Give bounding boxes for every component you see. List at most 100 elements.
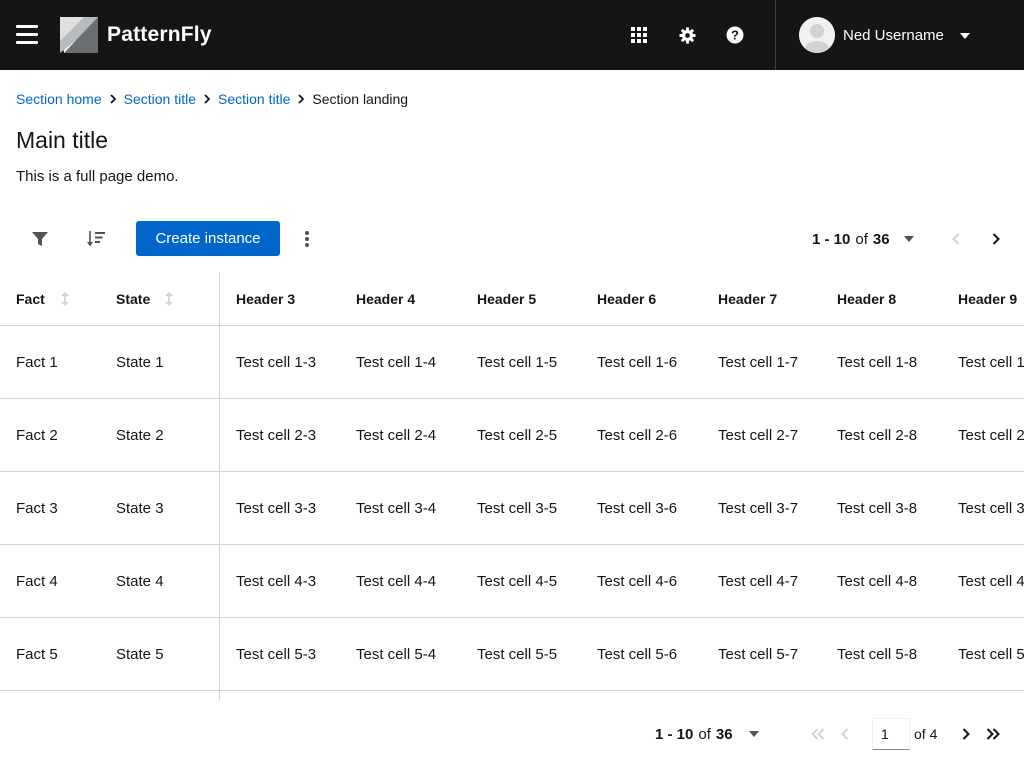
caret-down-icon[interactable] <box>748 731 759 737</box>
filter-icon[interactable] <box>28 227 52 251</box>
table-cell: Fact 4 <box>16 572 58 590</box>
next-page-icon[interactable] <box>956 724 976 744</box>
table-cell: Test cell 2-5 <box>477 426 558 444</box>
pagination-range: 1 - 10 <box>655 725 694 743</box>
table-header-4: Header 4 <box>356 290 416 307</box>
table-cell: Test cell 5-4 <box>356 645 437 663</box>
caret-down-icon <box>959 26 970 44</box>
table-cell: Test cell 1-9 <box>958 353 1024 371</box>
page-description: This is a full page demo. <box>16 168 179 185</box>
table-header-8: Header 8 <box>837 290 897 307</box>
table-row: Fact 4 State 4 Test cell 4-3 Test cell 4… <box>0 545 1024 618</box>
table-cell: State 2 <box>116 426 164 444</box>
table-header-3: Header 3 <box>236 290 296 307</box>
table-header-row: Fact State Header 3 Header 4 Header 5 He… <box>0 272 1024 326</box>
table-cell: State 3 <box>116 499 164 517</box>
table-row: Fact 3 State 3 Test cell 3-3 Test cell 3… <box>0 472 1024 545</box>
patternfly-logo-icon <box>60 17 98 53</box>
data-table: Fact State Header 3 Header 4 Header 5 He… <box>0 272 1024 700</box>
apps-grid-icon[interactable] <box>628 24 650 46</box>
table-cell: Test cell 5-8 <box>837 645 918 663</box>
sort-amount-icon[interactable] <box>84 227 108 251</box>
table-header-state[interactable]: State <box>116 272 174 325</box>
pagination-of: of <box>855 230 868 248</box>
table-cell: Test cell 3-3 <box>236 499 317 517</box>
table-cell: Test cell 3-7 <box>718 499 799 517</box>
table-cell: Fact 5 <box>16 645 58 663</box>
page-title: Main title <box>16 127 109 153</box>
pagination-top-summary: 1 - 10 of 36 <box>812 230 914 248</box>
caret-down-icon[interactable] <box>903 236 914 242</box>
kebab-icon[interactable] <box>295 227 319 251</box>
first-page-icon[interactable] <box>808 724 828 744</box>
breadcrumb-link-section-home[interactable]: Section home <box>16 91 102 107</box>
table-cell: Test cell 4-3 <box>236 572 317 590</box>
breadcrumb-link-section-title-2[interactable]: Section title <box>218 91 290 107</box>
table-cell: Test cell 2-8 <box>837 426 918 444</box>
table-cell: Test cell 4-8 <box>837 572 918 590</box>
chevron-right-icon <box>109 94 116 104</box>
table-cell: Test cell 2-6 <box>597 426 678 444</box>
avatar <box>799 17 835 53</box>
create-instance-button[interactable]: Create instance <box>136 221 280 256</box>
sort-icon[interactable] <box>165 291 174 306</box>
table-cell: Test cell 3-6 <box>597 499 678 517</box>
table-cell: State 1 <box>116 353 164 371</box>
breadcrumb-link-section-title[interactable]: Section title <box>124 91 196 107</box>
table-header-5: Header 5 <box>477 290 537 307</box>
table-cell: Fact 3 <box>16 499 58 517</box>
table-cell: Test cell 2-4 <box>356 426 437 444</box>
table-row: Fact 5 State 5 Test cell 5-3 Test cell 5… <box>0 618 1024 691</box>
brand-name: PatternFly <box>107 23 212 46</box>
user-dropdown[interactable]: Ned Username <box>799 17 970 53</box>
table-cell: Test cell 4-4 <box>356 572 437 590</box>
table-row: Fact 2 State 2 Test cell 2-3 Test cell 2… <box>0 399 1024 472</box>
table-row: Fact 1 State 1 Test cell 1-3 Test cell 1… <box>0 326 1024 399</box>
masthead-divider <box>775 0 776 70</box>
table-cell: Test cell 4-5 <box>477 572 558 590</box>
table-cell: Test cell 2-9 <box>958 426 1024 444</box>
table-cell: Test cell 5-9 <box>958 645 1024 663</box>
breadcrumb: Section home Section title Section title… <box>16 90 408 108</box>
table-cell: Test cell 1-8 <box>837 353 918 371</box>
brand-logo[interactable]: PatternFly <box>60 17 212 53</box>
hamburger-icon[interactable] <box>16 25 38 45</box>
sort-icon[interactable] <box>60 291 69 306</box>
user-name: Ned Username <box>843 26 944 44</box>
table-cell: Test cell 2-3 <box>236 426 317 444</box>
breadcrumb-current: Section landing <box>312 91 409 107</box>
table-cell: Test cell 4-7 <box>718 572 799 590</box>
pagination-range: 1 - 10 <box>812 230 851 248</box>
previous-page-icon[interactable] <box>946 229 966 249</box>
table-cell: State 4 <box>116 572 164 590</box>
previous-page-icon[interactable] <box>835 724 855 744</box>
current-page-input[interactable] <box>872 718 910 750</box>
page-count-label: of 4 <box>914 726 938 742</box>
header-label: State <box>116 290 151 307</box>
table-cell: Test cell 5-3 <box>236 645 317 663</box>
table-cell: State 5 <box>116 645 164 663</box>
table-cell: Fact 1 <box>16 353 58 371</box>
last-page-icon[interactable] <box>983 724 1003 744</box>
header-label: Fact <box>16 290 45 307</box>
table-cell: Test cell 5-5 <box>477 645 558 663</box>
chevron-right-icon <box>298 94 305 104</box>
cog-icon[interactable] <box>676 24 698 46</box>
next-page-icon[interactable] <box>986 229 1006 249</box>
help-icon[interactable]: ? <box>724 24 746 46</box>
table-cell: Test cell 4-6 <box>597 572 678 590</box>
masthead: PatternFly ? Ned Username <box>0 0 1024 70</box>
table-cell: Test cell 3-9 <box>958 499 1024 517</box>
table-cell: Test cell 3-4 <box>356 499 437 517</box>
pagination-total: 36 <box>715 725 733 743</box>
table-cell: Test cell 3-8 <box>837 499 918 517</box>
table-cell: Test cell 1-5 <box>477 353 558 371</box>
pagination-of: of <box>698 725 711 743</box>
table-header-fact[interactable]: Fact <box>16 272 69 325</box>
chevron-right-icon <box>204 94 210 104</box>
table-cell: Test cell 5-6 <box>597 645 678 663</box>
table-cell: Test cell 1-3 <box>236 353 317 371</box>
sticky-column-divider <box>219 272 220 700</box>
pagination-total: 36 <box>872 230 890 248</box>
table-cell: Test cell 4-9 <box>958 572 1024 590</box>
